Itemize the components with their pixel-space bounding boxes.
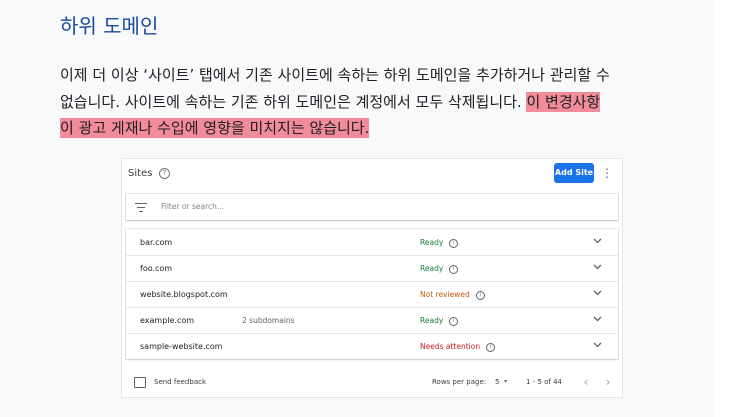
paragraph-line: 없습니다. 사이트에 속하는 기존 하위 도메인은 계정에서 모두 삭제됩니다.… [60, 91, 700, 112]
highlighted-text: 이 광고 게재나 수입에 영향을 미치지는 않습니다. [60, 118, 370, 138]
status-badge: Ready i [420, 264, 459, 274]
table-row[interactable]: foo.com Ready i [126, 255, 618, 282]
info-icon[interactable]: i [486, 342, 496, 352]
search-input[interactable]: Filter or search... [161, 202, 224, 211]
site-name: sample-website.com [140, 342, 223, 351]
feedback-icon[interactable] [134, 377, 146, 388]
panel-footer: Send feedback Rows per page: 5 ▾ 1 - 5 o… [122, 371, 622, 397]
pagination-range: 1 - 5 of 44 [526, 378, 562, 386]
status-badge: Not reviewed i [420, 290, 485, 300]
sites-list: bar.com Ready i foo.com Ready i website.bl… [126, 229, 618, 359]
add-site-button[interactable]: Add Site [554, 163, 594, 183]
chevron-down-icon[interactable] [593, 316, 602, 322]
chevron-down-icon[interactable] [593, 290, 602, 296]
chevron-right-icon[interactable]: › [602, 375, 614, 389]
chevron-down-icon[interactable] [593, 264, 602, 270]
info-icon[interactable]: i [475, 290, 485, 300]
status-text: Not reviewed [420, 290, 470, 299]
table-row[interactable]: bar.com Ready i [126, 229, 618, 256]
site-name: website.blogspot.com [140, 290, 228, 299]
rows-per-page-select[interactable]: 5 [495, 378, 499, 386]
paragraph-line: 이 광고 게재나 수입에 영향을 미치지는 않습니다. [60, 117, 700, 138]
site-name: bar.com [140, 238, 173, 247]
paragraph-text: 없습니다. 사이트에 속하는 기존 하위 도메인은 계정에서 모두 삭제됩니다. [60, 93, 522, 111]
table-row[interactable]: website.blogspot.com Not reviewed i [126, 281, 618, 308]
chevron-down-icon[interactable] [593, 342, 602, 348]
status-text: Ready [420, 316, 444, 325]
section-heading: 하위 도메인 [60, 14, 159, 38]
status-badge: Ready i [420, 238, 459, 248]
status-text: Ready [420, 264, 444, 273]
filter-icon [135, 203, 147, 212]
status-badge: Needs attention i [420, 342, 496, 352]
article-body: 하위 도메인 이제 더 이상 ‘사이트’ 탭에서 기존 사이트에 속하는 하위 … [0, 0, 714, 417]
status-text: Ready [420, 238, 444, 247]
info-icon[interactable]: i [449, 238, 459, 248]
status-text: Needs attention [420, 342, 481, 351]
info-icon[interactable]: i [449, 316, 459, 326]
sites-panel-screenshot: Sites ? Add Site ⋮ Filter or search... b… [122, 159, 622, 397]
paragraph-line: 이제 더 이상 ‘사이트’ 탭에서 기존 사이트에 속하는 하위 도메인을 추가… [60, 66, 610, 84]
highlighted-text: 이 변경사항 [526, 92, 601, 112]
site-name: example.com [140, 316, 195, 325]
help-circle-icon[interactable]: ? [159, 168, 170, 179]
chevron-left-icon[interactable]: ‹ [580, 375, 592, 389]
sites-title: Sites [128, 168, 153, 179]
rows-per-page-label: Rows per page: [432, 378, 487, 386]
chevron-down-icon[interactable] [593, 238, 602, 244]
send-feedback-link[interactable]: Send feedback [154, 378, 206, 386]
page-margin [714, 0, 734, 417]
info-icon[interactable]: i [449, 264, 459, 274]
subdomain-count: 2 subdomains [242, 316, 295, 325]
status-badge: Ready i [420, 316, 459, 326]
more-vert-icon[interactable]: ⋮ [601, 165, 613, 181]
site-name: foo.com [140, 264, 173, 273]
table-row[interactable]: example.com 2 subdomains Ready i [126, 307, 618, 334]
table-row[interactable]: sample-website.com Needs attention i [126, 333, 618, 359]
filter-bar[interactable]: Filter or search... [126, 194, 618, 220]
dropdown-caret-icon[interactable]: ▾ [504, 378, 507, 385]
